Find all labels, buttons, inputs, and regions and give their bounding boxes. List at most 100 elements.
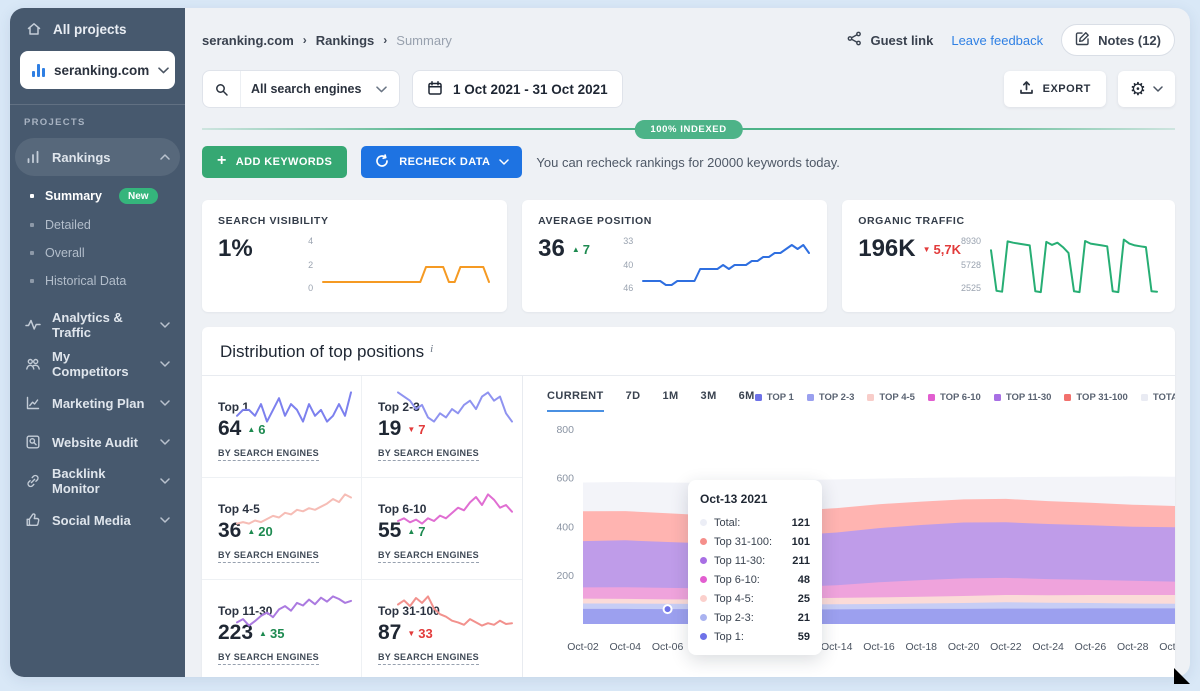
search-engine-select[interactable]: All search engines [202, 70, 400, 108]
tab-3m[interactable]: 3M [701, 390, 717, 412]
svg-text:Oct-04: Oct-04 [610, 641, 642, 653]
recheck-data-button[interactable]: RECHECK DATA [361, 146, 522, 178]
notes-label: Notes (12) [1098, 33, 1161, 48]
export-icon [1019, 80, 1034, 98]
stat-card-title: ORGANIC TRAFFIC [858, 215, 1159, 227]
sidebar-item-my-competitors[interactable]: My Competitors [15, 345, 180, 383]
sidebar-subitem-summary[interactable]: SummaryNew [10, 181, 185, 211]
tooltip-label: Top 6-10: [714, 574, 760, 586]
tab-1m[interactable]: 1M [662, 390, 678, 412]
by-search-engines-link[interactable]: BY SEARCH ENGINES [218, 550, 319, 563]
add-keywords-button[interactable]: + ADD KEYWORDS [202, 146, 347, 178]
project-selector[interactable]: seranking.com [20, 51, 175, 89]
chevron-down-icon [160, 439, 170, 445]
stat-axis-ticks: 334046 [623, 235, 633, 299]
tooltip-label: Top 4-5: [714, 593, 754, 605]
project-name: seranking.com [54, 63, 149, 78]
tab-7d[interactable]: 7D [626, 390, 641, 412]
svg-text:200: 200 [556, 570, 574, 582]
settings-button[interactable]: ⚙ [1118, 71, 1175, 107]
sidebar-item-backlink-monitor[interactable]: Backlink Monitor [15, 462, 180, 500]
position-tiles: Top 164▲6BY SEARCH ENGINESTop 2-319▼7BY … [202, 376, 522, 677]
leave-feedback-link[interactable]: Leave feedback [951, 33, 1043, 48]
sidebar-item-website-audit[interactable]: Website Audit [15, 423, 180, 461]
plus-icon: + [217, 153, 227, 169]
chart-section: CURRENT 7D 1M 3M 6M TOP 1 TOP 2-3 TOP 4-5 TOP 6… [522, 376, 1175, 677]
tile-top-1: Top 164▲6BY SEARCH ENGINES [202, 376, 362, 478]
legend-top-2-3[interactable]: TOP 2-3 [807, 392, 855, 403]
stat-card-organic-traffic: ORGANIC TRAFFIC196K▼5,7K893057282525 [842, 200, 1175, 312]
sidebar-subitem-label: Detailed [45, 218, 91, 232]
bullet-icon [30, 194, 34, 198]
sidebar-item-analytics-traffic[interactable]: Analytics & Traffic [15, 306, 180, 344]
bullet-icon [30, 279, 34, 283]
legend-top-11-30[interactable]: TOP 11-30 [994, 392, 1052, 403]
ranking-icon [25, 149, 41, 165]
legend-total[interactable]: TOTAL [1141, 392, 1175, 403]
sidebar-item-label: Analytics & Traffic [52, 310, 149, 340]
tooltip-value: 211 [792, 555, 810, 567]
tooltip-value: 21 [798, 612, 810, 624]
sidebar-subitem-overall[interactable]: Overall [10, 239, 185, 267]
sidebar-subitem-historical-data[interactable]: Historical Data [10, 267, 185, 295]
legend-top-6-10[interactable]: TOP 6-10 [928, 392, 981, 403]
calendar-icon [427, 80, 443, 99]
tooltip-label: Top 11-30: [714, 555, 765, 567]
axis-tick: 8930 [961, 236, 981, 246]
guest-link-button[interactable]: Guest link [847, 31, 933, 49]
notes-button[interactable]: Notes (12) [1061, 24, 1175, 56]
tile-top-2-3: Top 2-319▼7BY SEARCH ENGINES [362, 376, 522, 478]
legend-swatch [807, 394, 814, 401]
tooltip-dot [700, 576, 707, 583]
date-range-picker[interactable]: 1 Oct 2021 - 31 Oct 2021 [412, 70, 623, 108]
sidebar-item-label: Social Media [52, 513, 131, 528]
info-icon[interactable]: i [430, 343, 433, 355]
distribution-card: Distribution of top positions i Top 164▲… [202, 327, 1175, 677]
sidebar-item-marketing-plan[interactable]: Marketing Plan [15, 384, 180, 422]
by-search-engines-link[interactable]: BY SEARCH ENGINES [378, 448, 479, 461]
tab-current[interactable]: CURRENT [547, 390, 604, 412]
tooltip-row: Top 31-100:101 [700, 532, 810, 551]
tooltip-label: Top 2-3: [714, 612, 754, 624]
tooltip-value: 101 [792, 536, 810, 548]
arrow-up-icon: ▲ [572, 245, 580, 254]
legend-top-31-100[interactable]: TOP 31-100 [1064, 392, 1127, 403]
tooltip-row: Top 1:59 [700, 627, 810, 646]
legend-label: TOP 4-5 [879, 392, 915, 403]
by-search-engines-link[interactable]: BY SEARCH ENGINES [218, 652, 319, 665]
tile-top-11-30: Top 11-30223▲35BY SEARCH ENGINES [202, 580, 362, 677]
tile-sparkline-chart [396, 590, 514, 632]
stat-cards-row: SEARCH VISIBILITY1%420AVERAGE POSITION36… [202, 200, 1175, 312]
sidebar-subitem-detailed[interactable]: Detailed [10, 211, 185, 239]
sidebar-divider [10, 104, 185, 105]
tab-6m[interactable]: 6M [739, 390, 755, 412]
bullet-icon [30, 251, 34, 255]
chart-canvas[interactable]: 200400600800Oct-02Oct-04Oct-06Oct-08Oct-… [547, 418, 1175, 663]
axis-tick: 2 [308, 260, 313, 270]
breadcrumb-project[interactable]: seranking.com [202, 33, 294, 48]
tooltip-row: Top 4-5:25 [700, 589, 810, 608]
legend-top-4-5[interactable]: TOP 4-5 [867, 392, 915, 403]
distribution-title: Distribution of top positions [220, 342, 424, 362]
chart-controls: CURRENT 7D 1M 3M 6M TOP 1 TOP 2-3 TOP 4-5 TOP 6… [547, 390, 1175, 412]
by-search-engines-link[interactable]: BY SEARCH ENGINES [218, 448, 319, 461]
sidebar-item-label: Marketing Plan [52, 396, 144, 411]
sidebar-item-social-media[interactable]: Social Media [15, 501, 180, 539]
sidebar-item-rankings[interactable]: Rankings [15, 138, 180, 176]
svg-text:Oct-14: Oct-14 [821, 641, 853, 653]
breadcrumb-rankings[interactable]: Rankings [316, 33, 375, 48]
legend-label: TOP 11-30 [1006, 392, 1052, 403]
by-search-engines-link[interactable]: BY SEARCH ENGINES [378, 550, 479, 563]
all-projects-link[interactable]: All projects [10, 8, 185, 45]
chart-tooltip: Oct-13 2021 Total:121Top 31-100:101Top 1… [688, 480, 822, 655]
export-button[interactable]: EXPORT [1004, 71, 1106, 107]
svg-text:Oct-20: Oct-20 [948, 641, 980, 653]
chevron-down-icon [499, 159, 509, 165]
stacked-area-chart[interactable]: 200400600800Oct-02Oct-04Oct-06Oct-08Oct-… [547, 418, 1175, 663]
stat-value-number: 1% [218, 235, 253, 263]
legend-top-1[interactable]: TOP 1 [755, 392, 794, 403]
by-search-engines-link[interactable]: BY SEARCH ENGINES [378, 652, 479, 665]
pulse-icon [25, 317, 41, 333]
legend-label: TOP 31-100 [1076, 392, 1127, 403]
app-window: All projects seranking.com PROJECTS Rank… [10, 8, 1190, 677]
